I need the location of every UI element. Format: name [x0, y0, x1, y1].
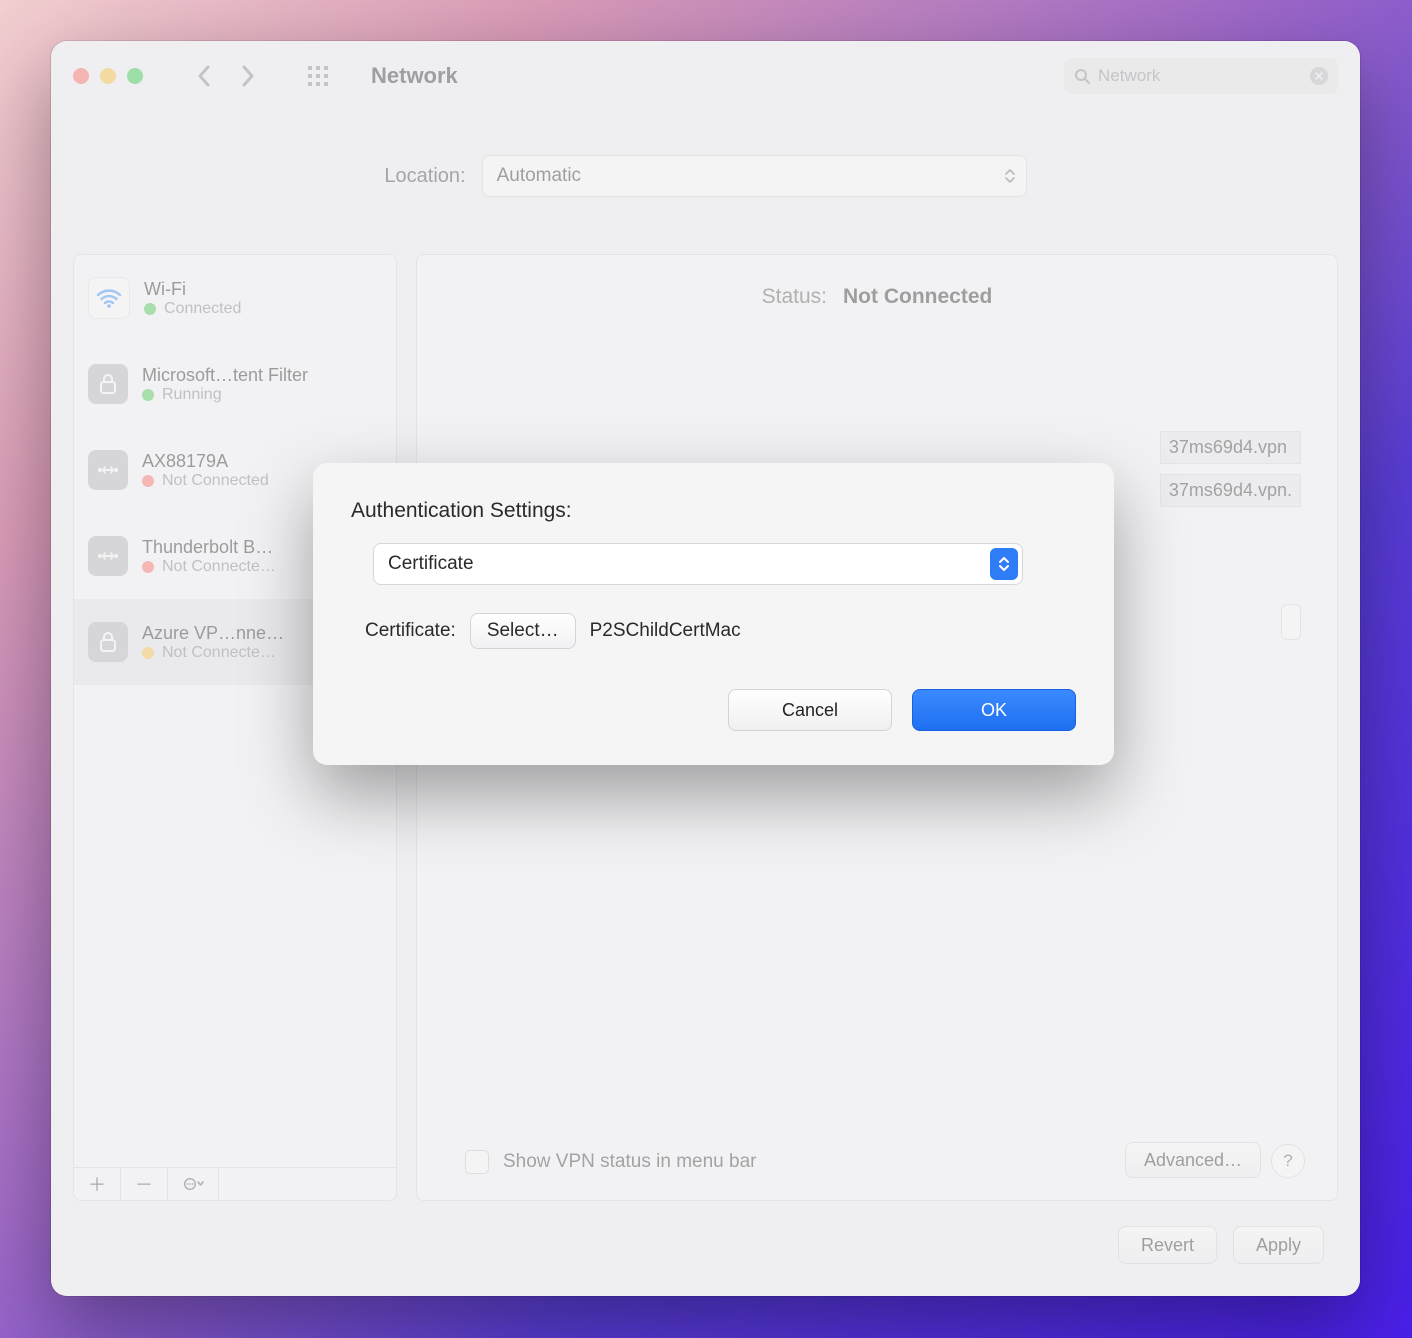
- cancel-button[interactable]: Cancel: [728, 689, 892, 731]
- desktop-background: Network Network Location: Automatic: [0, 0, 1412, 1338]
- ok-label: OK: [981, 700, 1007, 721]
- auth-method-value: Certificate: [388, 553, 474, 575]
- sheet-buttons: Cancel OK: [351, 689, 1076, 731]
- chevron-updown-icon: [990, 548, 1018, 580]
- select-certificate-button[interactable]: Select…: [470, 613, 576, 649]
- select-label: Select…: [487, 620, 559, 642]
- cancel-label: Cancel: [782, 700, 838, 721]
- authentication-settings-sheet: Authentication Settings: Certificate Cer…: [313, 463, 1114, 765]
- certificate-row: Certificate: Select… P2SChildCertMac: [365, 613, 1076, 649]
- certificate-label: Certificate:: [365, 620, 456, 642]
- ok-button[interactable]: OK: [912, 689, 1076, 731]
- auth-method-select[interactable]: Certificate: [373, 543, 1023, 585]
- certificate-name: P2SChildCertMac: [590, 620, 741, 642]
- sheet-title: Authentication Settings:: [351, 499, 1076, 523]
